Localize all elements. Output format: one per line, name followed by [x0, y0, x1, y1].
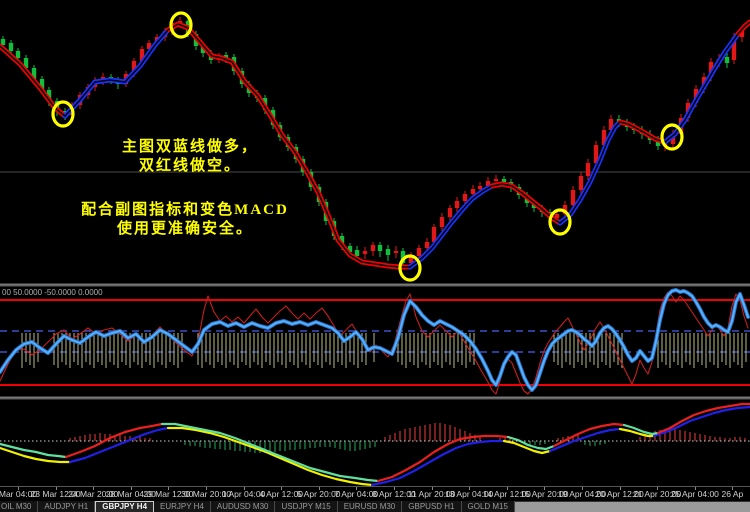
- tab-usdjpy-m15[interactable]: USDJPY M15: [275, 501, 337, 512]
- macd-pane[interactable]: [0, 400, 750, 486]
- tab-audusd-m30[interactable]: AUDUSD M30: [211, 501, 276, 512]
- mt4-chart-window: 主图双蓝线做多， 双红线做空。 配合副图指标和变色MACD 使用更准确安全。 0…: [0, 0, 750, 512]
- tab-oil-m30[interactable]: OIL M30: [0, 501, 38, 512]
- time-axis: Mar 04:0023 Mar 12:0024 Mar 20:0028 Mar …: [0, 487, 750, 501]
- tab-bar-filler: [515, 501, 750, 512]
- tab-eurusd-m30[interactable]: EURUSD M30: [338, 501, 403, 512]
- main-chart-pane[interactable]: 主图双蓝线做多， 双红线做空。 配合副图指标和变色MACD 使用更准确安全。: [0, 0, 750, 283]
- tab-gbpjpy-h4[interactable]: GBPJPY H4: [95, 501, 154, 512]
- chart-tabs-bar: OIL M30AUDJPY H1GBPJPY H4EURJPY H4AUDUSD…: [0, 501, 750, 512]
- tab-gbpusd-h1[interactable]: GBPUSD H1: [402, 501, 461, 512]
- macd-canvas: [0, 400, 750, 486]
- tab-audjpy-h1[interactable]: AUDJPY H1: [38, 501, 95, 512]
- oscillator-canvas: [0, 287, 750, 396]
- oscillator-pane[interactable]: 00 50.0000 -50.0000 0.0000: [0, 287, 750, 396]
- tab-eurjpy-h4[interactable]: EURJPY H4: [154, 501, 211, 512]
- tab-gold-m15[interactable]: GOLD M15: [462, 501, 515, 512]
- main-chart-canvas: [0, 0, 750, 283]
- time-axis-label: 25 Apr 04:00: [671, 489, 719, 499]
- time-axis-label: 26 Ap: [722, 489, 744, 499]
- chart-tabs: OIL M30AUDJPY H1GBPJPY H4EURJPY H4AUDUSD…: [0, 501, 515, 512]
- indicator-values-label: 00 50.0000 -50.0000 0.0000: [2, 288, 103, 297]
